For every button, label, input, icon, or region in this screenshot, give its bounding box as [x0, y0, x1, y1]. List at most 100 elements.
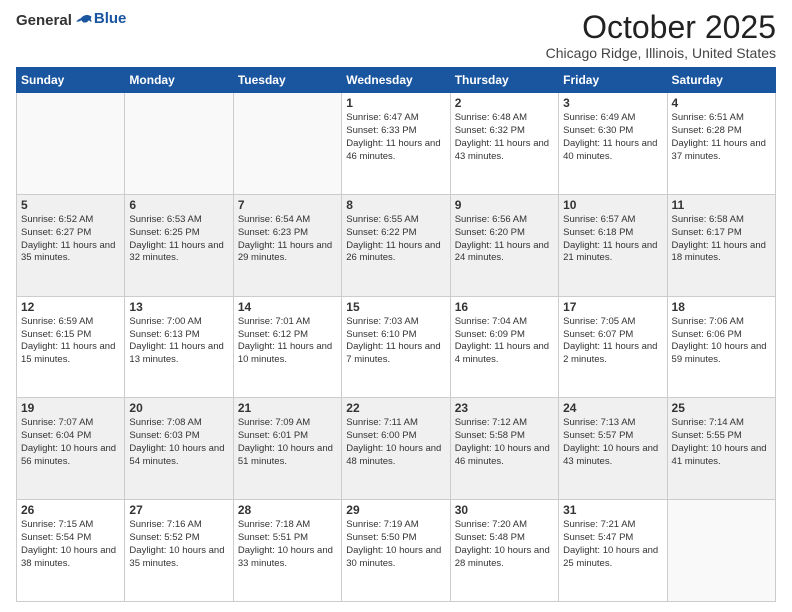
day-number: 15	[346, 300, 445, 314]
day-info: Sunrise: 6:51 AM Sunset: 6:28 PM Dayligh…	[672, 112, 771, 163]
col-header-sunday: Sunday	[17, 68, 125, 93]
day-cell: 24 Sunrise: 7:13 AM Sunset: 5:57 PM Dayli…	[559, 398, 667, 500]
day-cell: 15 Sunrise: 7:03 AM Sunset: 6:10 PM Dayli…	[342, 296, 450, 398]
day-cell	[667, 500, 775, 602]
logo-blue: Blue	[94, 10, 127, 27]
day-number: 18	[672, 300, 771, 314]
page: General Blue October 2025 Chicago Ridge,…	[0, 0, 792, 612]
day-info: Sunrise: 7:09 AM Sunset: 6:01 PM Dayligh…	[238, 417, 337, 468]
day-info: Sunrise: 6:49 AM Sunset: 6:30 PM Dayligh…	[563, 112, 662, 163]
day-info: Sunrise: 6:59 AM Sunset: 6:15 PM Dayligh…	[21, 316, 120, 367]
day-info: Sunrise: 7:00 AM Sunset: 6:13 PM Dayligh…	[129, 316, 228, 367]
day-number: 21	[238, 401, 337, 415]
day-cell: 30 Sunrise: 7:20 AM Sunset: 5:48 PM Dayli…	[450, 500, 558, 602]
day-info: Sunrise: 7:15 AM Sunset: 5:54 PM Dayligh…	[21, 519, 120, 570]
day-number: 31	[563, 503, 662, 517]
day-number: 11	[672, 198, 771, 212]
day-info: Sunrise: 6:48 AM Sunset: 6:32 PM Dayligh…	[455, 112, 554, 163]
day-number: 2	[455, 96, 554, 110]
calendar-table: SundayMondayTuesdayWednesdayThursdayFrid…	[16, 67, 776, 602]
day-number: 22	[346, 401, 445, 415]
day-number: 17	[563, 300, 662, 314]
day-cell: 21 Sunrise: 7:09 AM Sunset: 6:01 PM Dayli…	[233, 398, 341, 500]
day-number: 6	[129, 198, 228, 212]
day-cell: 8Sunrise: 6:55 AM Sunset: 6:22 PM Daylig…	[342, 194, 450, 296]
day-info: Sunrise: 7:20 AM Sunset: 5:48 PM Dayligh…	[455, 519, 554, 570]
day-info: Sunrise: 6:55 AM Sunset: 6:22 PM Dayligh…	[346, 214, 445, 265]
day-cell: 12 Sunrise: 6:59 AM Sunset: 6:15 PM Dayli…	[17, 296, 125, 398]
col-header-wednesday: Wednesday	[342, 68, 450, 93]
header-row: SundayMondayTuesdayWednesdayThursdayFrid…	[17, 68, 776, 93]
col-header-friday: Friday	[559, 68, 667, 93]
day-cell	[125, 93, 233, 195]
day-number: 27	[129, 503, 228, 517]
col-header-monday: Monday	[125, 68, 233, 93]
day-cell: 9Sunrise: 6:56 AM Sunset: 6:20 PM Daylig…	[450, 194, 558, 296]
day-info: Sunrise: 7:03 AM Sunset: 6:10 PM Dayligh…	[346, 316, 445, 367]
logo: General Blue	[16, 10, 126, 31]
day-cell: 25 Sunrise: 7:14 AM Sunset: 5:55 PM Dayli…	[667, 398, 775, 500]
day-cell: 1 Sunrise: 6:47 AM Sunset: 6:33 PM Daylig…	[342, 93, 450, 195]
day-info: Sunrise: 7:11 AM Sunset: 6:00 PM Dayligh…	[346, 417, 445, 468]
day-number: 1	[346, 96, 445, 110]
day-info: Sunrise: 7:16 AM Sunset: 5:52 PM Dayligh…	[129, 519, 228, 570]
day-info: Sunrise: 6:56 AM Sunset: 6:20 PM Dayligh…	[455, 214, 554, 265]
day-number: 25	[672, 401, 771, 415]
day-cell: 10 Sunrise: 6:57 AM Sunset: 6:18 PM Dayli…	[559, 194, 667, 296]
day-number: 4	[672, 96, 771, 110]
week-row-4: 19Sunrise: 7:07 AM Sunset: 6:04 PM Dayli…	[17, 398, 776, 500]
day-info: Sunrise: 7:01 AM Sunset: 6:12 PM Dayligh…	[238, 316, 337, 367]
day-cell: 13 Sunrise: 7:00 AM Sunset: 6:13 PM Dayli…	[125, 296, 233, 398]
day-cell: 20Sunrise: 7:08 AM Sunset: 6:03 PM Dayli…	[125, 398, 233, 500]
day-info: Sunrise: 7:12 AM Sunset: 5:58 PM Dayligh…	[455, 417, 554, 468]
day-info: Sunrise: 6:52 AM Sunset: 6:27 PM Dayligh…	[21, 214, 120, 265]
day-info: Sunrise: 6:47 AM Sunset: 6:33 PM Dayligh…	[346, 112, 445, 163]
day-cell: 7Sunrise: 6:54 AM Sunset: 6:23 PM Daylig…	[233, 194, 341, 296]
day-info: Sunrise: 7:07 AM Sunset: 6:04 PM Dayligh…	[21, 417, 120, 468]
day-cell: 6 Sunrise: 6:53 AM Sunset: 6:25 PM Daylig…	[125, 194, 233, 296]
day-cell: 19Sunrise: 7:07 AM Sunset: 6:04 PM Dayli…	[17, 398, 125, 500]
day-info: Sunrise: 7:08 AM Sunset: 6:03 PM Dayligh…	[129, 417, 228, 468]
week-row-1: 1 Sunrise: 6:47 AM Sunset: 6:33 PM Daylig…	[17, 93, 776, 195]
day-number: 23	[455, 401, 554, 415]
day-info: Sunrise: 7:06 AM Sunset: 6:06 PM Dayligh…	[672, 316, 771, 367]
col-header-saturday: Saturday	[667, 68, 775, 93]
day-info: Sunrise: 6:53 AM Sunset: 6:25 PM Dayligh…	[129, 214, 228, 265]
day-cell: 27 Sunrise: 7:16 AM Sunset: 5:52 PM Dayli…	[125, 500, 233, 602]
day-cell: 26 Sunrise: 7:15 AM Sunset: 5:54 PM Dayli…	[17, 500, 125, 602]
day-number: 5	[21, 198, 120, 212]
day-info: Sunrise: 6:58 AM Sunset: 6:17 PM Dayligh…	[672, 214, 771, 265]
day-number: 24	[563, 401, 662, 415]
day-cell: 18 Sunrise: 7:06 AM Sunset: 6:06 PM Dayli…	[667, 296, 775, 398]
day-number: 28	[238, 503, 337, 517]
day-info: Sunrise: 7:04 AM Sunset: 6:09 PM Dayligh…	[455, 316, 554, 367]
day-cell	[17, 93, 125, 195]
day-number: 10	[563, 198, 662, 212]
day-number: 13	[129, 300, 228, 314]
day-number: 3	[563, 96, 662, 110]
day-number: 29	[346, 503, 445, 517]
day-number: 16	[455, 300, 554, 314]
day-info: Sunrise: 6:57 AM Sunset: 6:18 PM Dayligh…	[563, 214, 662, 265]
day-cell: 23 Sunrise: 7:12 AM Sunset: 5:58 PM Dayli…	[450, 398, 558, 500]
day-info: Sunrise: 6:54 AM Sunset: 6:23 PM Dayligh…	[238, 214, 337, 265]
week-row-2: 5 Sunrise: 6:52 AM Sunset: 6:27 PM Daylig…	[17, 194, 776, 296]
day-info: Sunrise: 7:18 AM Sunset: 5:51 PM Dayligh…	[238, 519, 337, 570]
day-number: 12	[21, 300, 120, 314]
day-cell: 3 Sunrise: 6:49 AM Sunset: 6:30 PM Daylig…	[559, 93, 667, 195]
day-info: Sunrise: 7:13 AM Sunset: 5:57 PM Dayligh…	[563, 417, 662, 468]
header: General Blue October 2025 Chicago Ridge,…	[16, 10, 776, 61]
logo-bird-icon	[74, 11, 94, 31]
day-number: 26	[21, 503, 120, 517]
day-number: 30	[455, 503, 554, 517]
col-header-thursday: Thursday	[450, 68, 558, 93]
day-number: 14	[238, 300, 337, 314]
day-cell: 17Sunrise: 7:05 AM Sunset: 6:07 PM Dayli…	[559, 296, 667, 398]
day-cell: 22 Sunrise: 7:11 AM Sunset: 6:00 PM Dayli…	[342, 398, 450, 500]
col-header-tuesday: Tuesday	[233, 68, 341, 93]
day-info: Sunrise: 7:21 AM Sunset: 5:47 PM Dayligh…	[563, 519, 662, 570]
week-row-3: 12 Sunrise: 6:59 AM Sunset: 6:15 PM Dayli…	[17, 296, 776, 398]
day-info: Sunrise: 7:14 AM Sunset: 5:55 PM Dayligh…	[672, 417, 771, 468]
day-cell: 11 Sunrise: 6:58 AM Sunset: 6:17 PM Dayli…	[667, 194, 775, 296]
day-cell: 14 Sunrise: 7:01 AM Sunset: 6:12 PM Dayli…	[233, 296, 341, 398]
